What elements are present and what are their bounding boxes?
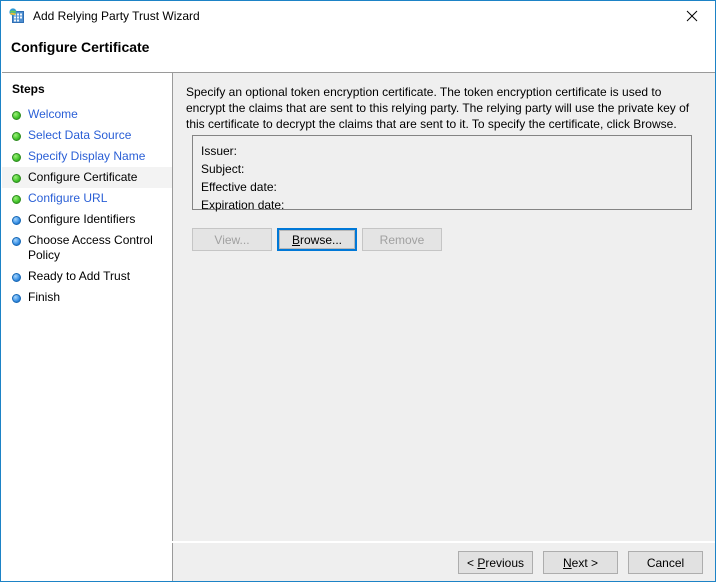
steps-heading: Steps (12, 82, 172, 96)
browse-accel: B (292, 233, 300, 247)
sidebar-step-configure-url[interactable]: Configure URL (2, 188, 172, 209)
steps-list: Welcome Select Data Source Specify Display… (2, 104, 172, 308)
step-complete-icon (12, 174, 21, 183)
sidebar-step-label: Choose Access Control Policy (28, 233, 160, 263)
browse-rest: rowse... (300, 233, 342, 247)
sidebar-step-ready-to-add-trust: Ready to Add Trust (2, 266, 172, 287)
step-complete-icon (12, 111, 21, 120)
sidebar-step-label: Finish (28, 290, 60, 305)
title-bar: Add Relying Party Trust Wizard (1, 1, 715, 31)
sidebar-step-welcome[interactable]: Welcome (2, 104, 172, 125)
next-label: Next > (563, 556, 598, 570)
browse-button[interactable]: Browse... (277, 228, 357, 251)
sidebar-step-label: Configure Certificate (28, 170, 137, 185)
certificate-info-panel: Issuer: Subject: Effective date: Expirat… (192, 135, 692, 210)
view-button[interactable]: View... (192, 228, 272, 251)
certificate-expiration-date-row: Expiration date: (201, 196, 691, 214)
window-title: Add Relying Party Trust Wizard (33, 9, 200, 23)
sidebar-step-label: Ready to Add Trust (28, 269, 130, 284)
sidebar-step-label: Welcome (28, 107, 78, 122)
step-complete-icon (12, 153, 21, 162)
sidebar-step-choose-access-control-policy: Choose Access Control Policy (2, 230, 172, 266)
step-pending-icon (12, 216, 21, 225)
step-pending-icon (12, 237, 21, 246)
wizard-body: Steps Welcome Select Data Source Specify D… (2, 72, 716, 582)
sidebar-step-finish: Finish (2, 287, 172, 308)
previous-button[interactable]: < Previous (458, 551, 533, 574)
adfs-relying-party-icon (9, 8, 25, 24)
certificate-issuer-row: Issuer: (201, 142, 691, 160)
step-pending-icon (12, 294, 21, 303)
sidebar-step-label: Specify Display Name (28, 149, 145, 164)
previous-label: < Previous (467, 556, 524, 570)
sidebar-step-select-data-source[interactable]: Select Data Source (2, 125, 172, 146)
step-complete-icon (12, 132, 21, 141)
steps-sidebar: Steps Welcome Select Data Source Specify D… (2, 72, 172, 582)
footer-separator (172, 541, 716, 543)
sidebar-step-label: Configure URL (28, 191, 107, 206)
close-icon[interactable] (669, 1, 715, 30)
sidebar-step-configure-identifiers: Configure Identifiers (2, 209, 172, 230)
certificate-subject-row: Subject: (201, 160, 691, 178)
page-title: Configure Certificate (11, 39, 149, 55)
remove-button[interactable]: Remove (362, 228, 442, 251)
content-pane: Specify an optional token encryption cer… (173, 72, 716, 582)
wizard-window: Add Relying Party Trust Wizard Configure… (0, 0, 716, 582)
certificate-actions: View... Browse... Remove (192, 228, 442, 251)
browse-button-label: Browse... (292, 233, 342, 247)
sidebar-step-configure-certificate: Configure Certificate (2, 167, 172, 188)
next-button[interactable]: Next > (543, 551, 618, 574)
description-text: Specify an optional token encryption cer… (186, 84, 703, 132)
wizard-navigation: < Previous Next > Cancel (458, 551, 703, 574)
sidebar-step-label: Configure Identifiers (28, 212, 135, 227)
step-pending-icon (12, 273, 21, 282)
certificate-effective-date-row: Effective date: (201, 178, 691, 196)
sidebar-step-specify-display-name[interactable]: Specify Display Name (2, 146, 172, 167)
step-complete-icon (12, 195, 21, 204)
sidebar-step-label: Select Data Source (28, 128, 131, 143)
cancel-button[interactable]: Cancel (628, 551, 703, 574)
